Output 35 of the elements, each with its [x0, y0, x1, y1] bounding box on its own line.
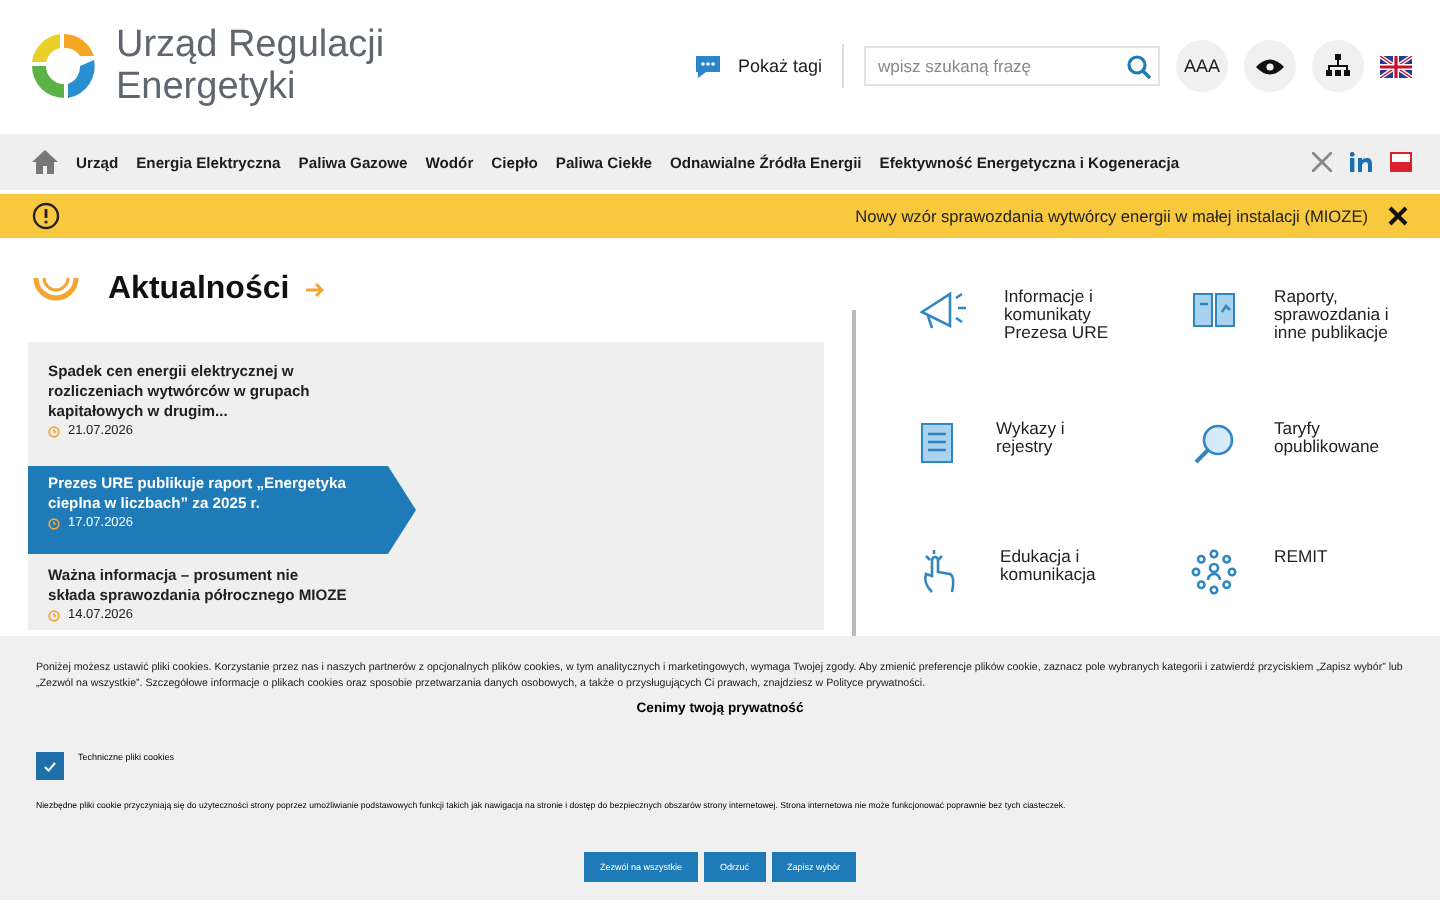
show-tags-button[interactable]: Pokaż tagi	[693, 44, 844, 88]
uk-flag-icon[interactable]	[1380, 55, 1412, 77]
home-icon[interactable]	[32, 150, 58, 174]
sitemap-icon	[1326, 54, 1350, 78]
category-tile[interactable]: REMIT	[1166, 547, 1406, 638]
x-icon[interactable]	[1312, 152, 1332, 172]
chat-bubble-icon	[693, 53, 722, 79]
logo-icon[interactable]	[28, 30, 100, 102]
search-input[interactable]: wpisz szukaną frazę	[874, 48, 1126, 84]
search-icon[interactable]	[1126, 53, 1152, 79]
linkedin-icon[interactable]	[1350, 152, 1372, 172]
section-title[interactable]: Aktualności	[108, 272, 290, 308]
clock-icon	[48, 609, 60, 621]
category-tile[interactable]: Taryfy opublikowane	[1166, 420, 1406, 512]
category-tile[interactable]: Edukacja i komunikacja	[892, 547, 1166, 638]
category-tile[interactable]: Wykazy i rejestry	[892, 420, 1166, 512]
check-icon	[44, 761, 56, 771]
megaphone-icon	[916, 288, 968, 332]
category-tile[interactable]: Raporty, sprawozdania i inne publikacje	[1166, 288, 1406, 385]
close-icon[interactable]	[1388, 206, 1408, 226]
warning-icon	[32, 202, 60, 230]
clock-icon	[48, 517, 60, 529]
sitemap-button[interactable]	[1312, 40, 1364, 92]
contrast-button[interactable]	[1244, 40, 1296, 92]
clock-icon	[48, 425, 60, 437]
category-tile[interactable]: Informacje i komunikaty Prezesa URE	[892, 288, 1166, 385]
cookie-checkbox[interactable]	[36, 752, 64, 780]
logo-text[interactable]: Urząd Regulacji Energetyki	[116, 24, 416, 108]
search-field[interactable]: wpisz szukaną frazę	[864, 46, 1160, 86]
flag-icon[interactable]	[1390, 152, 1412, 172]
alert-text[interactable]: Nowy wzór sprawozdania wytwórcy energii w małej instalacji (MIOZE)	[855, 206, 1368, 226]
magnifier-icon	[1190, 420, 1238, 469]
font-size-button[interactable]: AAA	[1176, 40, 1228, 92]
eye-icon	[1256, 57, 1284, 75]
star-circle-icon	[1190, 547, 1238, 596]
